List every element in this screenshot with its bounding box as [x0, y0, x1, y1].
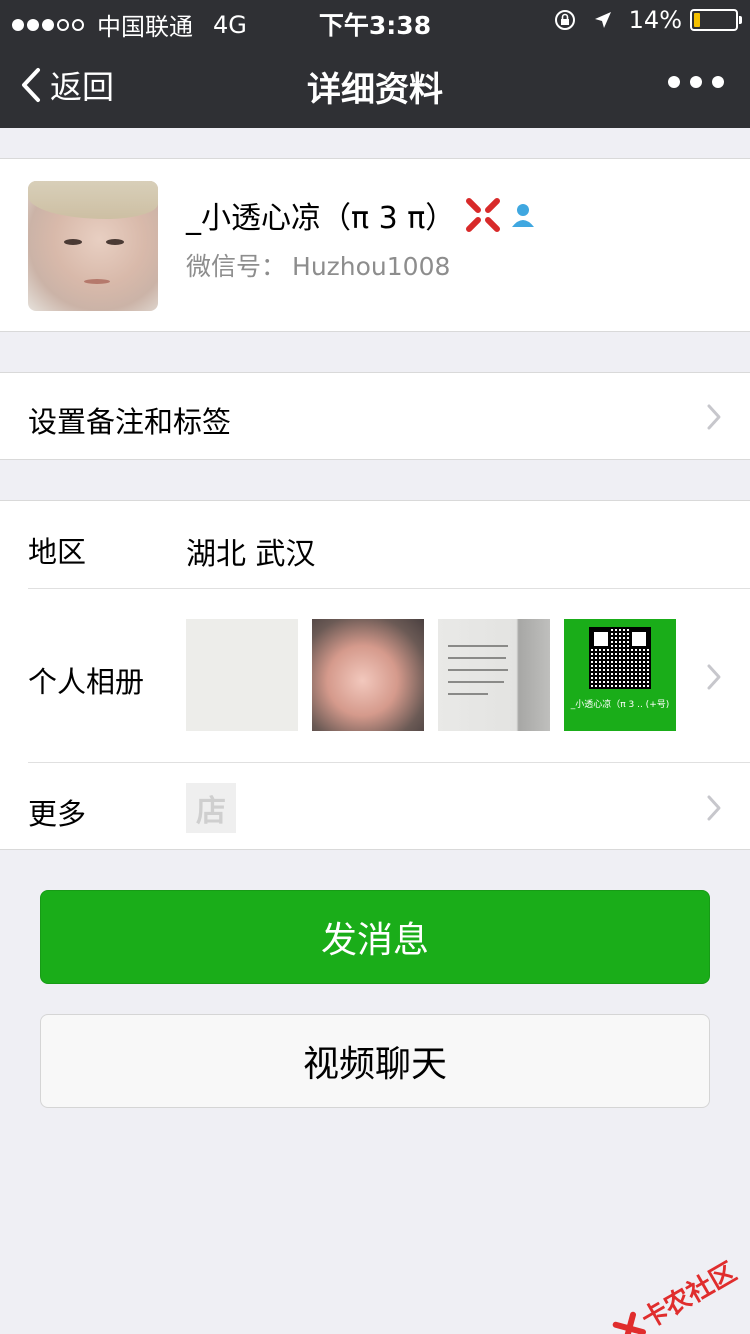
battery-icon	[690, 9, 742, 31]
chevron-right-icon	[707, 664, 721, 690]
remark-and-tags-row[interactable]: 设置备注和标签	[0, 372, 750, 460]
top-bar: 中国联通 4G 下午3:38 14% 返回 详细资料	[0, 0, 750, 128]
more-label: 更多	[28, 797, 87, 831]
location-arrow-icon	[594, 12, 611, 28]
remark-label: 设置备注和标签	[28, 405, 232, 439]
chevron-right-icon	[707, 795, 721, 821]
rotation-lock-icon	[554, 10, 575, 30]
person-icon	[512, 204, 535, 227]
divider	[28, 588, 750, 589]
profile-name-row: _小透心凉（π 3 π）	[186, 193, 537, 237]
album-label: 个人相册	[28, 665, 145, 699]
navigation-bar: 返回 详细资料	[0, 40, 750, 128]
page-title: 详细资料	[307, 70, 443, 110]
wechat-id-value: Huzhou1008	[292, 252, 451, 281]
album-photo[interactable]	[438, 619, 550, 731]
qr-code-icon	[589, 627, 651, 689]
store-icon: 店	[186, 783, 236, 833]
status-right: 14%	[553, 6, 742, 34]
album-thumbnails: _小透心凉（π 3 .. (+号)	[186, 619, 690, 731]
profile-card: _小透心凉（π 3 π） 微信号： Huzhou1008	[0, 158, 750, 332]
divider	[28, 762, 750, 763]
more-dot	[690, 76, 702, 88]
album-photo[interactable]	[312, 619, 424, 731]
info-card: 地区 湖北 武汉 个人相册 _小透心凉（π 3 .. (+号) 更多 店	[0, 500, 750, 850]
battery-percent: 14%	[628, 6, 682, 34]
region-label: 地区	[28, 535, 87, 569]
watermark: 卡农社区	[608, 1252, 743, 1334]
send-message-button[interactable]: 发消息	[40, 890, 710, 984]
album-photo[interactable]	[186, 619, 298, 731]
avatar[interactable]	[28, 181, 158, 311]
wechat-id-label: 微信号：	[186, 252, 287, 281]
more-dot	[668, 76, 680, 88]
chevron-right-icon	[707, 404, 721, 430]
region-value: 湖北 武汉	[186, 537, 316, 572]
wechat-id: 微信号： Huzhou1008	[186, 247, 450, 283]
profile-name: _小透心凉（π 3 π）	[186, 201, 456, 236]
qr-caption: _小透心凉（π 3 .. (+号)	[570, 700, 670, 710]
more-dot	[712, 76, 724, 88]
more-options-button[interactable]	[658, 76, 724, 88]
watermark-text: 卡农社区	[636, 1257, 742, 1334]
album-photo-qr-code[interactable]: _小透心凉（π 3 .. (+号)	[564, 619, 676, 731]
angry-emoji-icon	[466, 198, 501, 232]
status-bar: 中国联通 4G 下午3:38 14%	[0, 0, 750, 41]
video-chat-button[interactable]: 视频聊天	[40, 1014, 710, 1108]
